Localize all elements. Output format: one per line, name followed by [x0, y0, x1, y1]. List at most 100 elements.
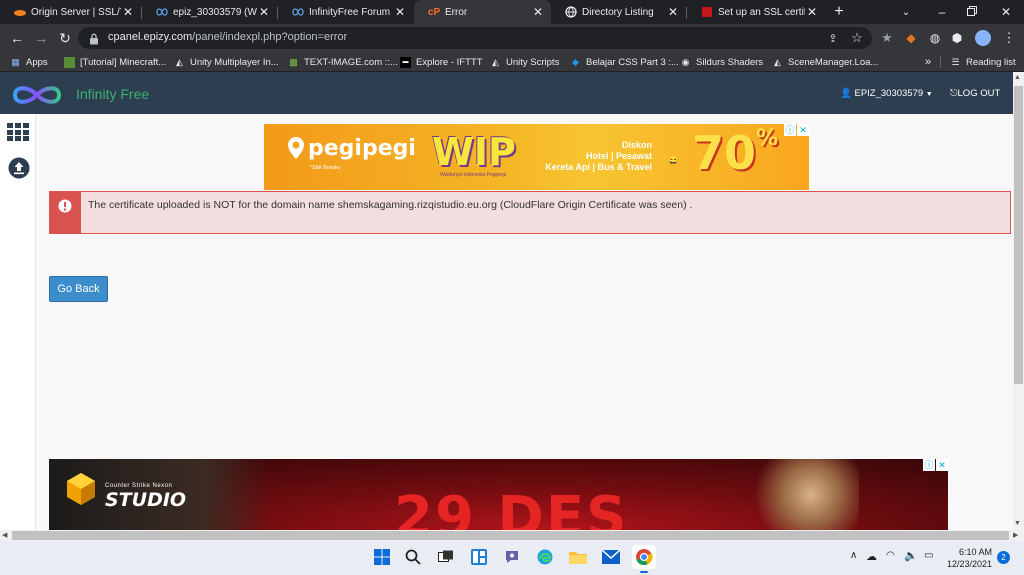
speaker-icon[interactable]: 🔈	[904, 549, 918, 562]
ad-close-icon[interactable]: ✕	[797, 124, 809, 136]
restore-button[interactable]	[960, 0, 984, 24]
ad-info-icon[interactable]: ⓘ	[923, 459, 935, 471]
minimize-button[interactable]: –	[930, 0, 954, 24]
ad-promo-title: Diskon	[621, 140, 652, 150]
close-icon[interactable]: ✕	[805, 5, 819, 19]
tab-title: Set up an SSL certifica	[718, 6, 805, 18]
tab-origin-server[interactable]: Origin Server | SSL/TLS ✕	[0, 0, 141, 24]
tab-title: Origin Server | SSL/TLS	[31, 6, 121, 18]
profile-avatar[interactable]	[975, 30, 991, 46]
chrome-button[interactable]	[632, 545, 656, 569]
metamask-extension-button[interactable]: ◆	[900, 24, 922, 52]
teams-chat-button[interactable]	[500, 545, 524, 569]
extension-button[interactable]: ⬢	[946, 24, 968, 52]
tab-infinityfree-forum[interactable]: InfinityFree Forum ✕	[278, 0, 413, 24]
scroll-right-arrow-icon[interactable]: ▶	[1013, 531, 1018, 539]
bookmark-item[interactable]: ▬ Explore - IFTTT	[400, 52, 483, 72]
ad-percent: 70%	[692, 126, 778, 180]
tab-title: Error	[445, 6, 468, 18]
infinityfree-logo-icon[interactable]	[11, 84, 63, 106]
battery-icon[interactable]: ▭	[924, 550, 933, 561]
textimage-icon: ▩	[289, 56, 298, 67]
unity-icon: ◭	[774, 56, 781, 67]
upload-icon[interactable]	[8, 157, 30, 179]
notification-badge[interactable]: 2	[997, 551, 1010, 564]
bookmark-apps[interactable]: ▦ Apps	[10, 52, 47, 72]
new-tab-button[interactable]: +	[829, 0, 849, 24]
bookmark-item[interactable]: ◉ Sildurs Shaders	[680, 52, 764, 72]
reload-button[interactable]: ↻	[54, 24, 76, 52]
scroll-up-arrow-icon[interactable]: ▲	[1014, 74, 1021, 81]
ad-info-icon[interactable]: ⓘ	[784, 124, 796, 136]
advertisement-banner[interactable]: Counter Strike Nexon STUDIO 29 DES ⓘ ✕	[49, 459, 948, 530]
close-icon[interactable]: ✕	[257, 5, 271, 19]
forward-button[interactable]: →	[30, 24, 52, 52]
file-explorer-button[interactable]	[566, 545, 590, 569]
wifi-icon[interactable]: ◠	[886, 550, 895, 561]
menu-button[interactable]: ⋮	[998, 24, 1020, 52]
url-host: cpanel.epizy.com	[108, 31, 193, 43]
go-back-button[interactable]: Go Back	[49, 276, 108, 302]
grid-menu-icon[interactable]	[7, 123, 29, 141]
active-app-indicator	[640, 571, 648, 573]
ad-promo: Diskon Hotel | Pesawat Kereta Api | Bus …	[532, 140, 652, 173]
tab-directory-listing[interactable]: Directory Listing ✕	[551, 0, 686, 24]
task-view-button[interactable]	[434, 545, 458, 569]
bookmark-item[interactable]: ◭ SceneManager.Loa...	[772, 52, 878, 72]
widgets-button[interactable]	[467, 545, 491, 569]
logout-button[interactable]: ⎋LOG OUT	[950, 88, 1000, 99]
windows-logo-icon	[374, 549, 390, 565]
chevron-up-icon[interactable]: ∧	[850, 550, 857, 561]
horizontal-scroll-thumb[interactable]	[12, 531, 1009, 540]
ad-wip-logo: WIP	[432, 130, 516, 174]
search-button[interactable]	[401, 545, 425, 569]
bookmark-item[interactable]: ◭ Unity Scripts	[490, 52, 559, 72]
share-button[interactable]: ⇪	[822, 24, 844, 52]
advertisement-banner[interactable]: pegipegi *S&K Berlaku WIP Waktunya Indon…	[264, 124, 809, 190]
site-brand[interactable]: Infinity Free	[76, 86, 149, 102]
unity-icon: ◭	[176, 56, 183, 67]
scroll-down-arrow-icon[interactable]: ▼	[1014, 520, 1021, 527]
folder-icon	[569, 552, 587, 564]
ad-brand: pegipegi	[308, 136, 416, 161]
more-bookmarks-button[interactable]: »	[925, 52, 931, 72]
tab-search-button[interactable]: ⌄	[896, 0, 916, 24]
tab-ssl-certificate[interactable]: Set up an SSL certifica ✕	[687, 0, 825, 24]
extension-star-button[interactable]: ★	[876, 24, 898, 52]
bookmark-label: TEXT-IMAGE.com ::...	[304, 56, 398, 68]
tab-error[interactable]: cP Error ✕	[414, 0, 551, 24]
close-icon[interactable]: ✕	[531, 5, 545, 19]
bookmark-item[interactable]: ◆ Belajar CSS Part 3 :...	[570, 52, 679, 72]
close-icon[interactable]: ✕	[393, 5, 407, 19]
onedrive-cloud-icon[interactable]: ☁	[866, 550, 877, 563]
lock-icon[interactable]	[89, 32, 100, 45]
bookmark-star-button[interactable]: ☆	[846, 24, 868, 52]
diamond-icon: ◆	[572, 56, 579, 67]
ad-close-icon[interactable]: ✕	[936, 459, 948, 471]
close-icon[interactable]: ✕	[121, 5, 135, 19]
vertical-scroll-thumb[interactable]	[1014, 86, 1023, 384]
start-button[interactable]	[370, 545, 394, 569]
bookmark-item[interactable]: [Tutorial] Minecraft...	[64, 52, 166, 72]
extension-icon: ⬢	[951, 31, 963, 45]
bookmark-item[interactable]: ▩ TEXT-IMAGE.com ::...	[288, 52, 398, 72]
edge-icon	[537, 549, 553, 565]
url-text[interactable]: cpanel.epizy.com/panel/indexpl.php?optio…	[108, 31, 347, 43]
tab-epiz-website[interactable]: epiz_30303579 (Websi ✕	[142, 0, 277, 24]
extension-button[interactable]: ◍	[924, 24, 946, 52]
system-clock[interactable]: 6:10 AM 12/23/2021	[946, 546, 992, 570]
reload-icon: ↻	[59, 29, 71, 46]
scroll-left-arrow-icon[interactable]: ◀	[2, 531, 7, 539]
bookmark-item[interactable]: ◭ Unity Multiplayer In...	[174, 52, 279, 72]
fox-icon: ◆	[906, 31, 916, 45]
close-icon[interactable]: ✕	[666, 5, 680, 19]
user-menu[interactable]: 👤 EPIZ_30303579 ▼	[840, 88, 933, 99]
close-window-button[interactable]: ✕	[994, 0, 1018, 24]
apps-grid-icon: ▦	[11, 56, 20, 67]
edge-button[interactable]	[533, 545, 557, 569]
plus-icon: +	[834, 3, 844, 20]
back-button[interactable]: ←	[6, 24, 28, 52]
reading-list-button[interactable]: ☰ Reading list	[950, 52, 1015, 72]
mail-button[interactable]	[599, 545, 623, 569]
widgets-icon	[471, 549, 487, 565]
